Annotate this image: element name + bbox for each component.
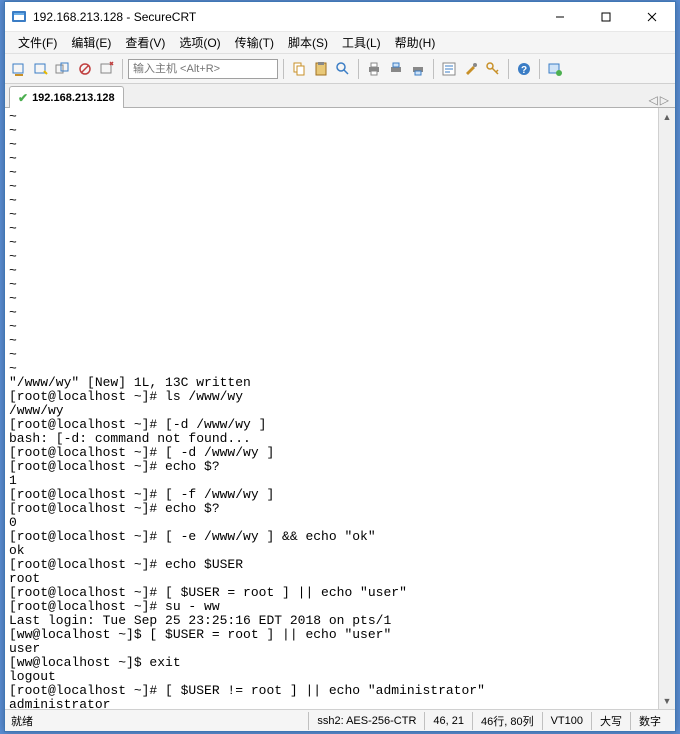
- key-icon[interactable]: [483, 59, 503, 79]
- print-icon[interactable]: [364, 59, 384, 79]
- tab-label: 192.168.213.128: [32, 92, 115, 104]
- menu-transfer[interactable]: 传输(T): [228, 32, 281, 53]
- status-protocol: ssh2: AES-256-CTR: [308, 712, 424, 730]
- app-icon: [11, 9, 27, 25]
- session-tab[interactable]: ✔ 192.168.213.128: [9, 86, 124, 108]
- close-button[interactable]: [629, 2, 675, 31]
- menubar: 文件(F) 编辑(E) 查看(V) 选项(O) 传输(T) 脚本(S) 工具(L…: [5, 32, 675, 54]
- status-emulation: VT100: [542, 712, 591, 730]
- toolbar-separator: [283, 59, 284, 79]
- quick-connect-icon[interactable]: [31, 59, 51, 79]
- window-controls: [537, 2, 675, 31]
- menu-options[interactable]: 选项(O): [172, 32, 227, 53]
- tabbar: ✔ 192.168.213.128 ◁ ▷: [5, 84, 675, 108]
- print-selection-icon[interactable]: [408, 59, 428, 79]
- status-size: 46行, 80列: [472, 712, 542, 730]
- sessions-icon[interactable]: [545, 59, 565, 79]
- terminal-area: ~ ~ ~ ~ ~ ~ ~ ~ ~ ~ ~ ~ ~ ~ ~ ~ ~ ~ ~ "/…: [5, 108, 675, 709]
- help-icon[interactable]: ?: [514, 59, 534, 79]
- connect-tab-icon[interactable]: [53, 59, 73, 79]
- copy-icon[interactable]: [289, 59, 309, 79]
- toolbar-separator: [358, 59, 359, 79]
- connected-check-icon: ✔: [18, 91, 28, 105]
- minimize-button[interactable]: [537, 2, 583, 31]
- menu-script[interactable]: 脚本(S): [281, 32, 335, 53]
- status-cursor: 46, 21: [424, 712, 472, 730]
- menu-view[interactable]: 查看(V): [118, 32, 172, 53]
- reconnect-icon[interactable]: [75, 59, 95, 79]
- maximize-button[interactable]: [583, 2, 629, 31]
- scroll-down-icon[interactable]: ▼: [659, 692, 675, 709]
- app-window: 192.168.213.128 - SecureCRT 文件(F) 编辑(E) …: [4, 1, 676, 732]
- host-input[interactable]: [128, 59, 278, 79]
- properties-icon[interactable]: [439, 59, 459, 79]
- find-icon[interactable]: [333, 59, 353, 79]
- menu-help[interactable]: 帮助(H): [388, 32, 443, 53]
- vertical-scrollbar[interactable]: ▲ ▼: [658, 108, 675, 709]
- menu-edit[interactable]: 编辑(E): [64, 32, 118, 53]
- tab-right-icon[interactable]: ▷: [660, 93, 669, 107]
- menu-file[interactable]: 文件(F): [11, 32, 64, 53]
- toolbar-separator: [122, 59, 123, 79]
- toolbar-separator: [433, 59, 434, 79]
- toolbar-separator: [508, 59, 509, 79]
- toolbar: ?: [5, 54, 675, 84]
- connect-icon[interactable]: [9, 59, 29, 79]
- statusbar: 就绪 ssh2: AES-256-CTR 46, 21 46行, 80列 VT1…: [5, 709, 675, 731]
- titlebar: 192.168.213.128 - SecureCRT: [5, 2, 675, 32]
- options-icon[interactable]: [461, 59, 481, 79]
- scroll-up-icon[interactable]: ▲: [659, 108, 675, 125]
- tab-scroll: ◁ ▷: [649, 93, 669, 107]
- terminal[interactable]: ~ ~ ~ ~ ~ ~ ~ ~ ~ ~ ~ ~ ~ ~ ~ ~ ~ ~ ~ "/…: [5, 108, 658, 709]
- status-ready: 就绪: [11, 712, 41, 730]
- tab-left-icon[interactable]: ◁: [649, 93, 658, 107]
- status-num: 数字: [630, 712, 669, 730]
- svg-text:?: ?: [521, 65, 527, 76]
- status-caps: 大写: [591, 712, 630, 730]
- toolbar-separator: [539, 59, 540, 79]
- scroll-track[interactable]: [659, 125, 675, 692]
- print-screen-icon[interactable]: [386, 59, 406, 79]
- window-title: 192.168.213.128 - SecureCRT: [33, 10, 537, 24]
- paste-icon[interactable]: [311, 59, 331, 79]
- disconnect-icon[interactable]: [97, 59, 117, 79]
- menu-tools[interactable]: 工具(L): [335, 32, 388, 53]
